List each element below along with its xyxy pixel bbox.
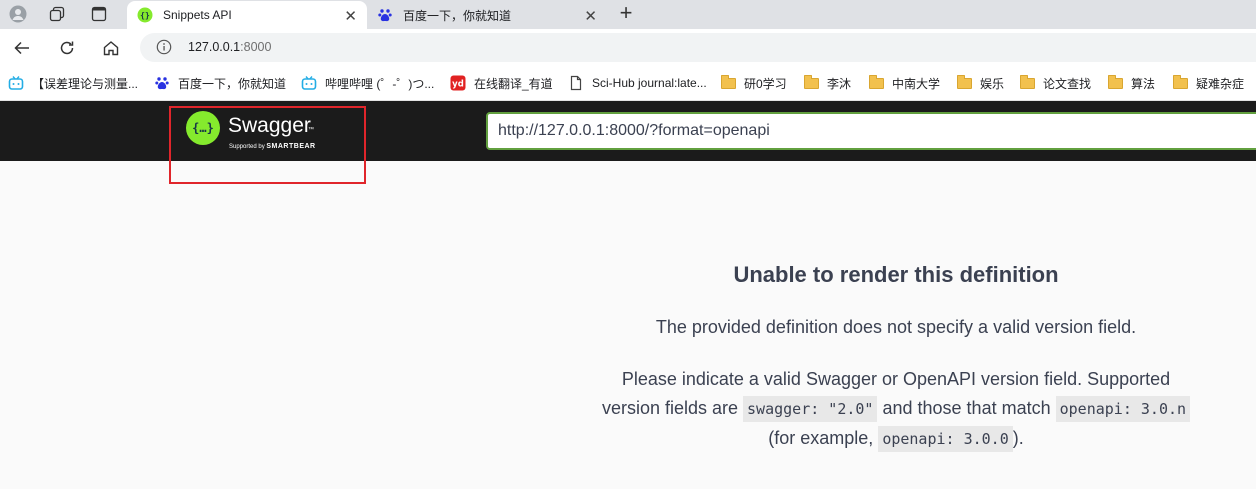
highlight-box bbox=[169, 106, 366, 184]
baidu-icon bbox=[154, 75, 170, 91]
url-host: 127.0.0.1 bbox=[188, 40, 241, 54]
bookmark-folder[interactable]: 算法 bbox=[1107, 74, 1155, 92]
bookmark-label: 中南大学 bbox=[892, 76, 941, 91]
baidu-paw-icon bbox=[377, 7, 393, 23]
folder-icon bbox=[1107, 74, 1123, 91]
tab-title: Snippets API bbox=[163, 8, 232, 22]
folder-icon bbox=[803, 74, 819, 91]
hint-text: ). bbox=[1012, 428, 1024, 448]
new-tab-button[interactable]: + bbox=[614, 2, 638, 26]
bookmark-label: 百度一下，你就知道 bbox=[178, 76, 287, 91]
url-text[interactable]: 127.0.0.1:8000 bbox=[188, 40, 271, 54]
bookmark-folder[interactable]: 疑难杂症 bbox=[1172, 74, 1244, 92]
hint-text: (for example, bbox=[768, 428, 874, 448]
browser-toolbar: 127.0.0.1:8000 bbox=[0, 29, 1256, 66]
error-message: The provided definition does not specify… bbox=[655, 317, 1137, 337]
close-tab-icon[interactable]: ✕ bbox=[344, 7, 357, 25]
bookmark-label: 哔哩哔哩 (゜-゜)つ... bbox=[325, 76, 435, 91]
workspaces-icon[interactable] bbox=[44, 3, 70, 25]
code-openapi-version: openapi: 3.0.n bbox=[1055, 396, 1191, 422]
bookmark-folder[interactable]: 李沐 bbox=[803, 74, 851, 92]
bookmark-label: Sci-Hub journal:late... bbox=[592, 76, 707, 90]
address-bar[interactable]: 127.0.0.1:8000 bbox=[140, 33, 1256, 62]
hint-text: and those that match bbox=[882, 398, 1051, 418]
tab-title: 百度一下，你就知道 bbox=[403, 8, 512, 23]
bookmark-folder[interactable]: 研0学习 bbox=[720, 74, 787, 92]
folder-icon bbox=[1172, 74, 1188, 91]
bookmark-label: 娱乐 bbox=[980, 76, 1005, 91]
tab-snippets-api[interactable]: {} Snippets API ✕ bbox=[127, 1, 367, 29]
folder-icon bbox=[720, 74, 736, 91]
svg-text:yd: yd bbox=[452, 80, 464, 90]
folder-icon bbox=[956, 74, 972, 91]
tab-baidu[interactable]: 百度一下，你就知道 ✕ bbox=[367, 1, 607, 29]
bookmark-item[interactable]: yd 在线翻译_有道 bbox=[450, 74, 553, 92]
folder-icon bbox=[868, 74, 884, 91]
bilibili-icon bbox=[301, 75, 317, 91]
bookmark-item[interactable]: 【误差理论与测量... bbox=[8, 74, 138, 92]
bookmark-folder[interactable]: 娱乐 bbox=[956, 74, 1004, 92]
bookmarks-bar: 【误差理论与测量... 百度一下，你就知道 哔哩哔哩 (゜-゜)つ... yd … bbox=[0, 66, 1256, 101]
bookmark-label: 论文查找 bbox=[1043, 76, 1092, 91]
url-port: :8000 bbox=[240, 40, 272, 54]
home-icon[interactable] bbox=[99, 37, 123, 59]
bookmark-label: 研0学习 bbox=[744, 76, 787, 91]
bookmark-folder[interactable]: 论文查找 bbox=[1019, 74, 1091, 92]
swagger-favicon-icon: {} bbox=[137, 7, 153, 23]
page-icon bbox=[568, 75, 584, 91]
bookmark-label: 在线翻译_有道 bbox=[474, 76, 553, 91]
reload-icon[interactable] bbox=[55, 37, 79, 59]
bookmark-label: 【误差理论与测量... bbox=[32, 76, 139, 91]
bookmark-item[interactable]: 哔哩哔哩 (゜-゜)つ... bbox=[301, 74, 434, 92]
bilibili-icon bbox=[8, 75, 24, 91]
svg-text:{}: {} bbox=[140, 11, 150, 20]
back-arrow-icon[interactable] bbox=[10, 37, 34, 59]
browser-tab-strip: {} Snippets API ✕ 百度一下，你就知道 ✕ + bbox=[0, 0, 1256, 29]
profile-icon[interactable] bbox=[5, 3, 31, 25]
bookmark-label: 算法 bbox=[1131, 76, 1156, 91]
spec-url-input[interactable]: http://127.0.0.1:8000/?format=openapi bbox=[486, 112, 1256, 150]
bookmark-label: 李沐 bbox=[827, 76, 852, 91]
folder-icon bbox=[1019, 74, 1035, 91]
bookmark-folder[interactable]: 中南大学 bbox=[868, 74, 940, 92]
close-tab-icon[interactable]: ✕ bbox=[584, 7, 597, 25]
bookmark-label: 疑难杂症 bbox=[1196, 76, 1245, 91]
error-title: Unable to render this definition bbox=[733, 262, 1059, 287]
code-openapi-example: openapi: 3.0.0 bbox=[878, 426, 1013, 452]
tab-actions-icon[interactable] bbox=[86, 3, 112, 25]
bookmark-item[interactable]: 百度一下，你就知道 bbox=[154, 74, 286, 92]
bookmark-item[interactable]: Sci-Hub journal:late... bbox=[568, 74, 707, 92]
youdao-icon: yd bbox=[450, 75, 466, 91]
site-info-icon[interactable] bbox=[156, 39, 172, 60]
error-hint: Please indicate a valid Swagger or OpenA… bbox=[596, 365, 1196, 454]
code-swagger-version: swagger: "2.0" bbox=[743, 396, 878, 422]
